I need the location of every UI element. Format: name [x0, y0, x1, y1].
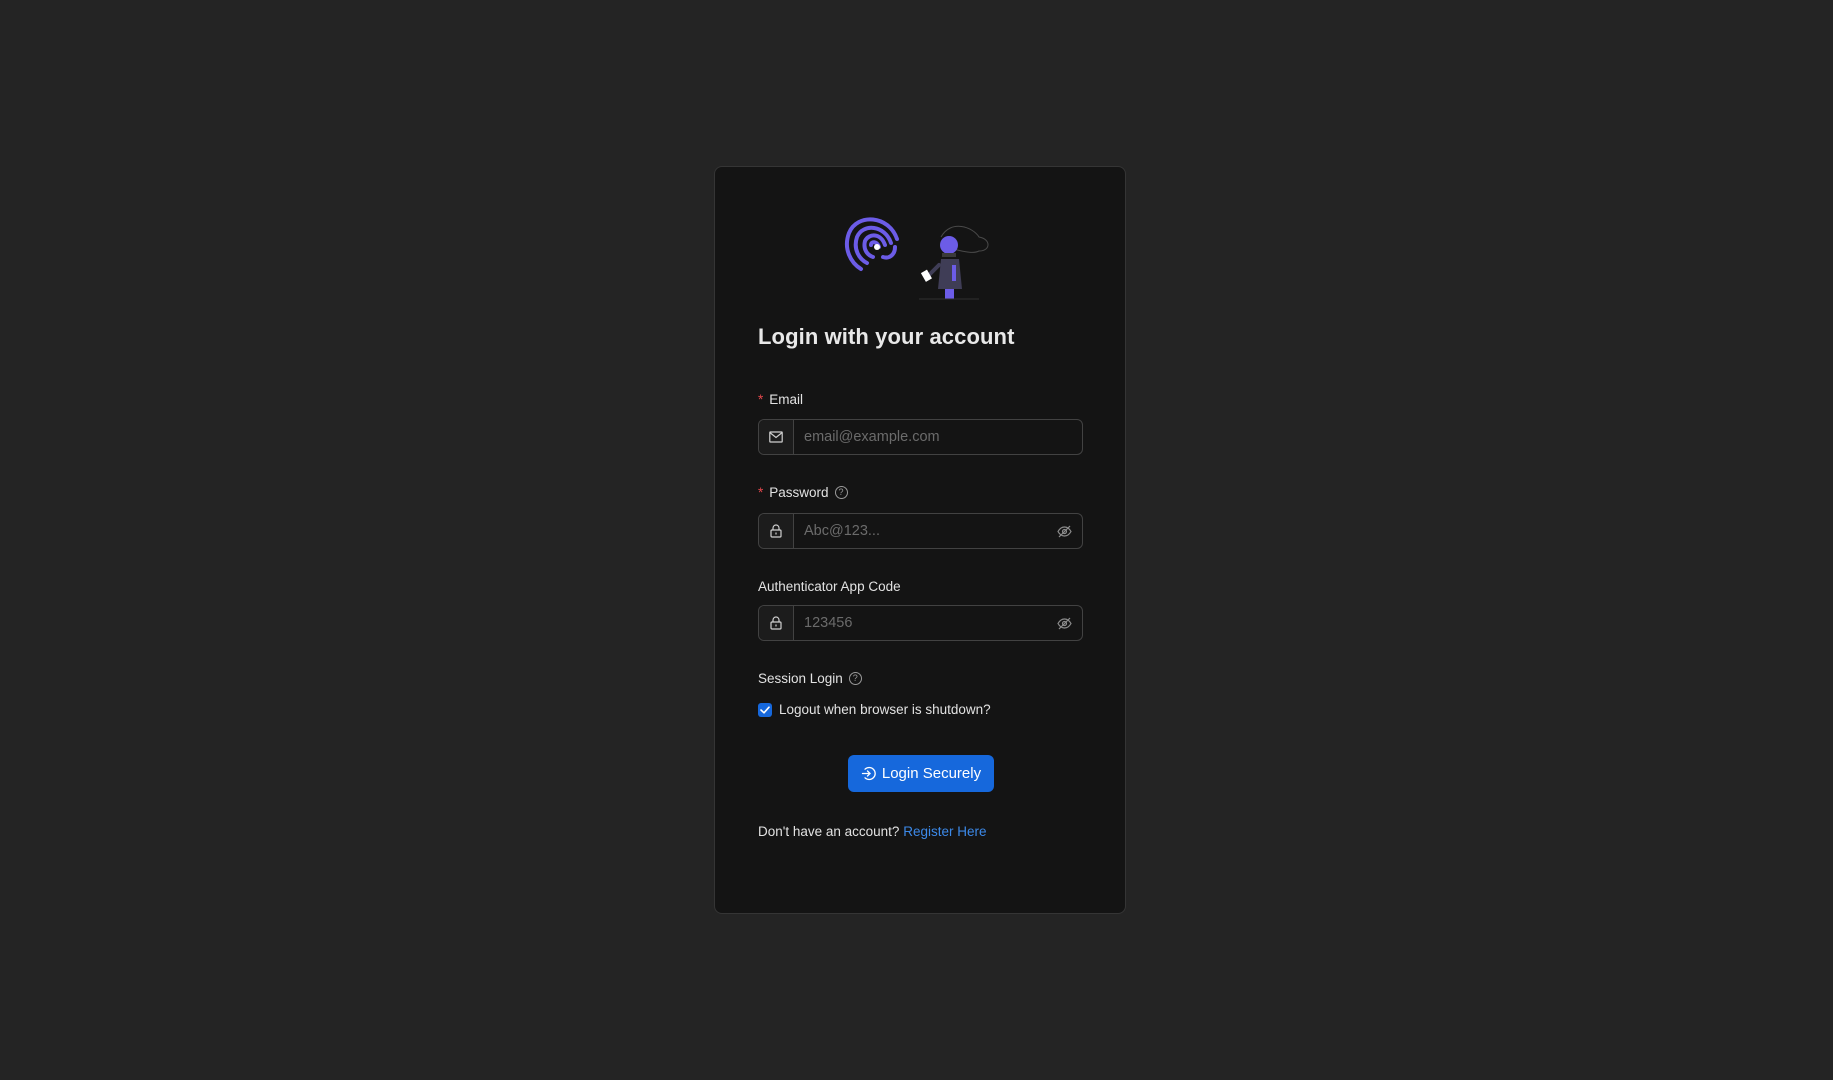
- register-prompt: Don't have an account? Register Here: [758, 824, 986, 839]
- page-title: Login with your account: [758, 324, 1015, 349]
- authenticator-label-text: Authenticator App Code: [758, 579, 901, 594]
- login-securely-label: Login Securely: [881, 765, 982, 782]
- question-circle-icon[interactable]: ?: [848, 672, 862, 685]
- authenticator-label: Authenticator App Code: [758, 579, 901, 594]
- session-login-label-text: Session Login: [758, 671, 843, 686]
- email-label: * Email: [758, 392, 803, 407]
- logout-on-shutdown-checkbox[interactable]: [758, 702, 772, 717]
- eye-invisible-icon[interactable]: [1046, 514, 1082, 548]
- session-login-label: Session Login ?: [758, 671, 862, 686]
- lock-icon: [759, 514, 794, 548]
- register-link[interactable]: Register Here: [903, 824, 986, 839]
- question-circle-icon[interactable]: ?: [834, 486, 848, 499]
- check-icon: [760, 705, 770, 714]
- password-input[interactable]: [794, 514, 1046, 548]
- logout-on-shutdown-label: Logout when browser is shutdown?: [779, 702, 991, 717]
- email-input[interactable]: [794, 420, 1082, 454]
- register-prompt-text: Don't have an account?: [758, 824, 900, 839]
- mail-icon: [759, 420, 794, 454]
- logout-on-shutdown-option[interactable]: Logout when browser is shutdown?: [758, 702, 991, 717]
- password-label-text: Password: [769, 485, 829, 500]
- email-label-text: Email: [769, 392, 804, 407]
- login-icon: [861, 766, 876, 781]
- email-field: [758, 419, 1083, 455]
- fingerprint-person-illustration: [844, 217, 989, 300]
- required-mark: *: [758, 485, 764, 500]
- login-securely-button[interactable]: Login Securely: [848, 755, 994, 792]
- login-card: Login with your account * Email * Passwo…: [714, 166, 1126, 914]
- authenticator-code-input[interactable]: [794, 606, 1046, 640]
- password-label: * Password ?: [758, 485, 848, 500]
- required-mark: *: [758, 392, 764, 407]
- password-field: [758, 513, 1083, 549]
- eye-invisible-icon[interactable]: [1046, 606, 1082, 640]
- authenticator-field: [758, 605, 1083, 641]
- lock-icon: [759, 606, 794, 640]
